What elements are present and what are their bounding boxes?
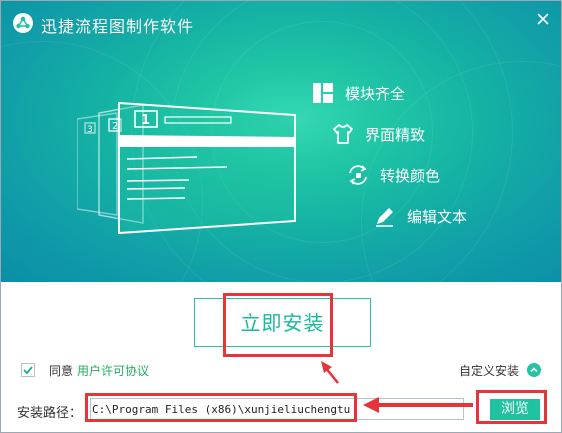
feature-label: 模块齐全 (345, 84, 406, 103)
feature-label: 转换颜色 (380, 166, 441, 185)
convert-icon (346, 163, 370, 187)
app-logo-icon (13, 13, 33, 33)
pen-icon (373, 204, 397, 228)
install-now-button[interactable]: 立即安装 (194, 298, 371, 347)
close-button[interactable] (533, 9, 553, 29)
modules-icon (311, 81, 335, 105)
annotation-arrow-install (321, 361, 339, 384)
window-title: 迅捷流程图制作软件 (41, 17, 195, 36)
pages-illustration: 3 2 1 (77, 101, 296, 235)
tshirt-icon (331, 122, 355, 146)
page-number-1: 1 (141, 113, 150, 128)
title-bar: 迅捷流程图制作软件 (1, 1, 561, 45)
install-path-input[interactable] (90, 398, 464, 420)
feature-edit: 编辑文本 (373, 204, 467, 228)
custom-install-label: 自定义安装 (459, 363, 520, 378)
license-agreement-link[interactable]: 用户许可协议 (77, 362, 149, 379)
custom-install-toggle[interactable]: 自定义安装 (459, 361, 542, 379)
banner: 迅捷流程图制作软件 3 2 1 模块齐全 界面精致 转换颜色 编辑文本 (1, 1, 561, 282)
page-number-2: 2 (112, 121, 118, 132)
feature-label: 界面精致 (365, 125, 426, 144)
agree-label: 同意 (49, 363, 74, 378)
feature-colors: 转换颜色 (346, 163, 440, 187)
install-path-label: 安装路径： (17, 406, 83, 421)
close-icon (537, 13, 549, 25)
chevron-up-icon (527, 363, 542, 377)
installer-window: 迅捷流程图制作软件 3 2 1 模块齐全 界面精致 转换颜色 编辑文本 立即安装… (0, 0, 562, 433)
browse-button[interactable]: 浏览 (490, 399, 540, 420)
feature-modules: 模块齐全 (311, 81, 405, 105)
feature-label: 编辑文本 (407, 207, 468, 226)
page-number-3: 3 (87, 125, 93, 135)
agreement-row: 同意 用户许可协议 (21, 361, 149, 379)
agree-checkbox[interactable] (21, 363, 35, 377)
checkmark-icon (23, 366, 33, 375)
feature-ui: 界面精致 (331, 122, 425, 146)
